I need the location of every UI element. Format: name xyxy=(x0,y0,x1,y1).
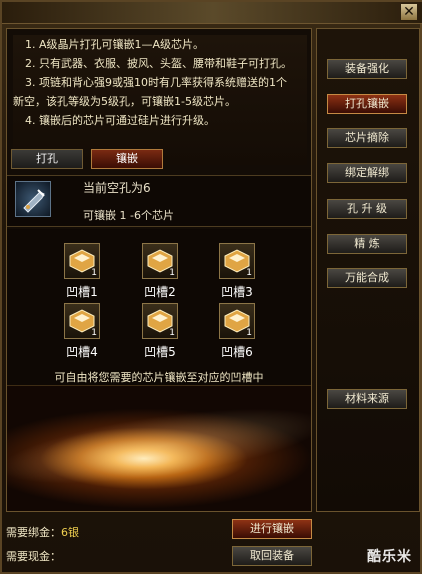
slot-count: 1 xyxy=(91,328,97,338)
empty-holes-text: 当前空孔为6 xyxy=(83,181,151,195)
retrieve-equipment-button[interactable]: 取回装备 xyxy=(232,546,312,566)
embed-button[interactable]: 进行镶嵌 xyxy=(232,519,312,539)
cost-bar: 需要绑金：6银 需要现金： 进行镶嵌 取回装备 xyxy=(6,514,312,572)
slot-4[interactable]: 1 凹槽4 xyxy=(57,303,107,373)
menu-universal-synthesis[interactable]: 万能合成 xyxy=(327,268,407,288)
slot-label: 凹槽6 xyxy=(221,345,253,359)
chip-range-text: 可镶嵌 1 -6个芯片 xyxy=(83,209,174,222)
menu-bind-unbind[interactable]: 绑定解绑 xyxy=(327,163,407,183)
menu-equip-enhance[interactable]: 装备强化 xyxy=(327,59,407,79)
slot-count: 1 xyxy=(246,328,252,338)
side-menu: 装备强化 打孔镶嵌 芯片摘除 绑定解绑 孔 升 级 精 炼 万能合成 材料来源 xyxy=(316,28,420,512)
decorative-art xyxy=(7,385,311,511)
slot-6[interactable]: 1 凹槽6 xyxy=(212,303,262,373)
title-bar: ✕ xyxy=(2,2,422,24)
menu-chip-remove[interactable]: 芯片摘除 xyxy=(327,128,407,148)
rule-line-5: 4. 镶嵌后的芯片可通过硅片进行升级。 xyxy=(25,114,215,127)
slot-count: 1 xyxy=(169,328,175,338)
cash-cost: 需要现金： xyxy=(6,548,61,564)
bind-gold-cost: 需要绑金：6银 xyxy=(6,524,79,540)
menu-material-source[interactable]: 材料来源 xyxy=(327,389,407,409)
close-icon[interactable]: ✕ xyxy=(400,3,418,21)
menu-refine[interactable]: 精 炼 xyxy=(327,234,407,254)
chip-socket-icon: 1 xyxy=(64,243,100,279)
slot-count: 1 xyxy=(91,268,97,278)
bind-gold-value: 6银 xyxy=(61,526,79,539)
rule-line-2: 2. 只有武器、衣服、披风、头盔、腰带和鞋子可打孔。 xyxy=(25,57,292,70)
embed-hint: 可自由将您需要的芯片镶嵌至对应的凹槽中 xyxy=(54,371,264,384)
main-panel: 1. A级晶片打孔可镶嵌1—A级芯片。 2. 只有武器、衣服、披风、头盔、腰带和… xyxy=(6,28,312,512)
enhance-window: ✕ 1. A级晶片打孔可镶嵌1—A级芯片。 2. 只有武器、衣服、披风、头盔、腰… xyxy=(0,0,422,574)
bind-gold-label: 需要绑金： xyxy=(6,526,61,539)
chip-socket-icon: 1 xyxy=(142,243,178,279)
tab-punch[interactable]: 打孔 xyxy=(11,149,83,169)
slot-label: 凹槽1 xyxy=(66,285,98,299)
tab-embed[interactable]: 镶嵌 xyxy=(91,149,163,169)
menu-hole-upgrade[interactable]: 孔 升 级 xyxy=(327,199,407,219)
rule-line-4: 新空，该孔等级为5级孔，可镶嵌1-5级芯片。 xyxy=(13,95,236,108)
slot-label: 凹槽3 xyxy=(221,285,253,299)
slot-count: 1 xyxy=(169,268,175,278)
equipment-item-icon[interactable] xyxy=(15,181,51,217)
cash-label: 需要现金： xyxy=(6,550,61,563)
watermark-logo: 酷乐米 xyxy=(367,549,412,565)
chip-socket-icon: 1 xyxy=(64,303,100,339)
rule-line-3: 3. 项链和背心强9或强10时有几率获得系统赠送的1个 xyxy=(25,76,287,89)
slot-5[interactable]: 1 凹槽5 xyxy=(135,303,185,373)
menu-punch-embed[interactable]: 打孔镶嵌 xyxy=(327,94,407,114)
slot-label: 凹槽5 xyxy=(144,345,176,359)
chip-socket-icon: 1 xyxy=(142,303,178,339)
slot-label: 凹槽4 xyxy=(66,345,98,359)
rules-box: 1. A级晶片打孔可镶嵌1—A级芯片。 2. 只有武器、衣服、披风、头盔、腰带和… xyxy=(13,35,307,165)
chip-socket-icon: 1 xyxy=(219,303,255,339)
hole-status: 当前空孔为6 可镶嵌 1 -6个芯片 xyxy=(7,175,311,227)
slot-label: 凹槽2 xyxy=(144,285,176,299)
slot-count: 1 xyxy=(246,268,252,278)
chip-socket-icon: 1 xyxy=(219,243,255,279)
rule-line-1: 1. A级晶片打孔可镶嵌1—A级芯片。 xyxy=(25,38,205,51)
